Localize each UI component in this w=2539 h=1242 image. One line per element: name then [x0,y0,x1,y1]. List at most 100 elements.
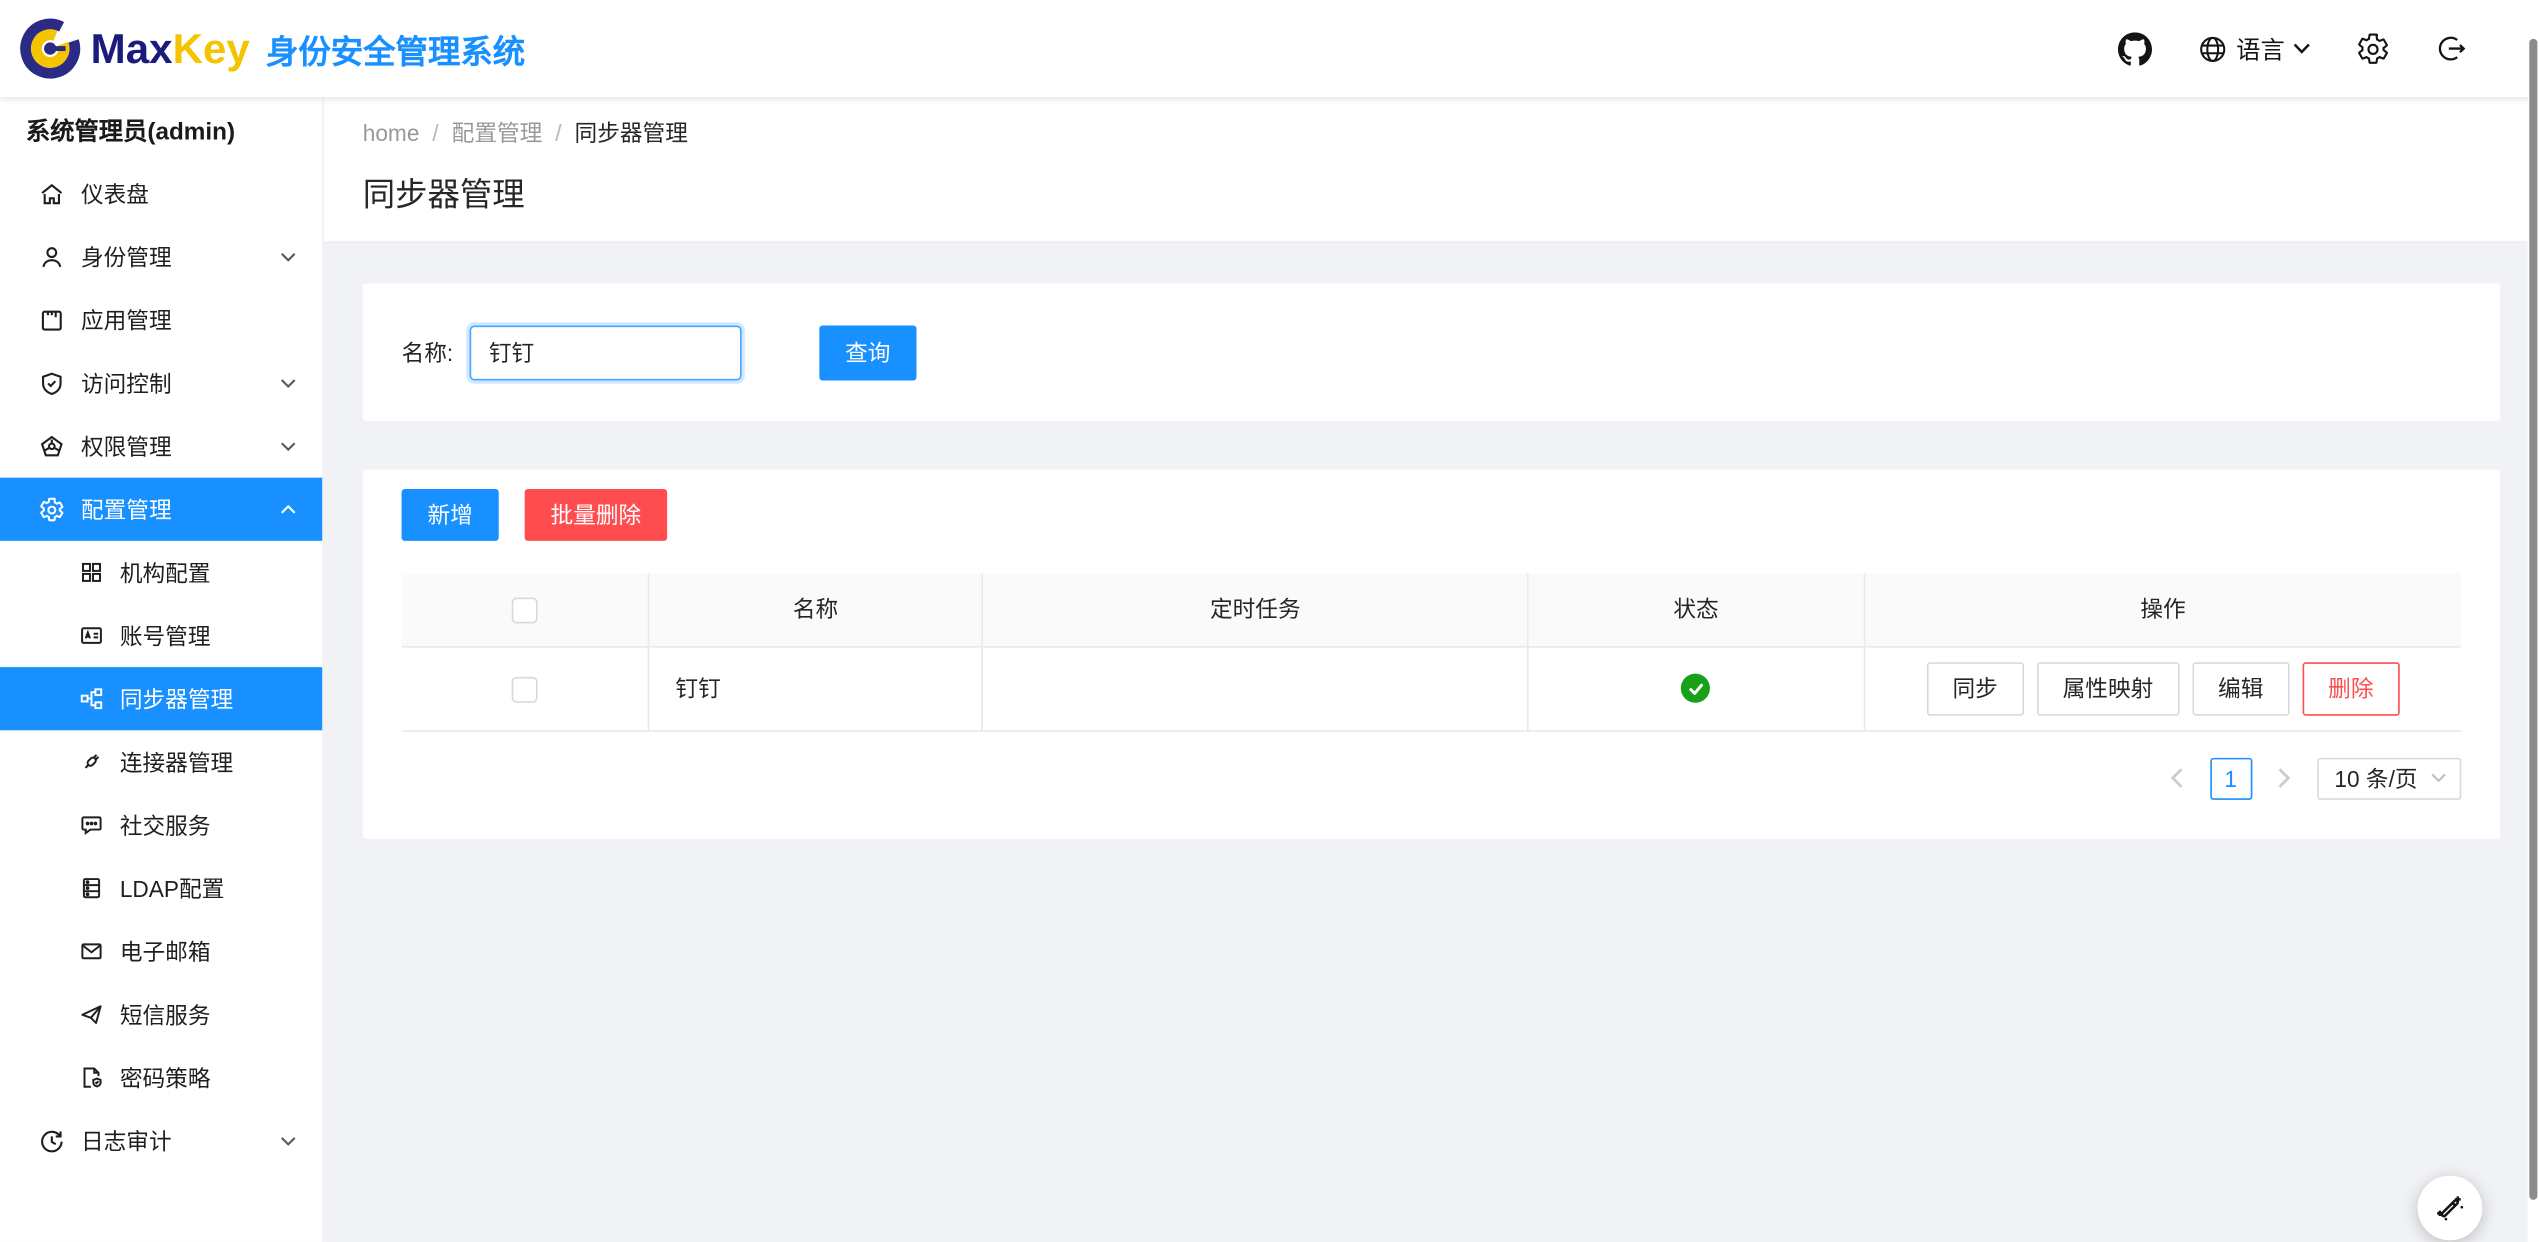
chevron-down-icon [2431,772,2447,783]
github-icon[interactable] [2118,32,2152,66]
sidebar-item-ldap[interactable]: LDAP配置 [0,857,322,920]
batch-delete-button[interactable]: 批量删除 [525,489,667,541]
search-field-label: 名称: [402,336,454,368]
send-icon [78,1002,104,1028]
chevron-down-icon [280,1135,296,1146]
query-button[interactable]: 查询 [819,325,916,380]
row-checkbox[interactable] [512,676,538,702]
check-icon [1687,679,1705,697]
status-badge [1681,674,1710,703]
sidebar-item-config[interactable]: 配置管理 [0,478,322,541]
row-actions: 同步 属性映射 编辑 删除 [1865,661,2462,714]
chevron-left-icon [2170,768,2185,789]
settings-gear-icon[interactable] [2356,32,2390,66]
brand-subtitle: 身份安全管理系统 [266,25,525,72]
chat-icon [78,812,104,838]
theme-wand-button[interactable] [2418,1176,2483,1241]
chevron-down-icon [280,251,296,262]
sidebar-item-audit[interactable]: 日志审计 [0,1109,322,1172]
sidebar: 系统管理员(admin) 仪表盘 身份管理 [0,97,324,1242]
sidebar-item-dashboard[interactable]: 仪表盘 [0,162,322,225]
top-navbar: MaxKey 身份安全管理系统 语言 [0,0,2539,97]
sidebar-menu: 仪表盘 身份管理 应用管理 访 [0,162,322,1172]
language-menu[interactable]: 语言 [2197,32,2310,66]
file-shield-icon [78,1065,104,1091]
user-icon [39,244,65,270]
brand-key: Key [173,23,250,72]
sidebar-item-sms[interactable]: 短信服务 [0,983,322,1046]
sidebar-item-synchronizers[interactable]: 同步器管理 [0,667,322,730]
logout-icon[interactable] [2435,32,2467,64]
app-root: MaxKey 身份安全管理系统 语言 [0,0,2539,1242]
header-actions: 操作 [1864,573,2461,646]
prev-page-button[interactable] [2158,759,2197,798]
chevron-right-icon [2277,768,2292,789]
header-name: 名称 [649,573,983,646]
server-icon [78,875,104,901]
delete-button[interactable]: 删除 [2302,661,2399,714]
grid-icon [78,559,104,585]
sidebar-item-label: 短信服务 [120,998,211,1030]
id-card-icon [78,623,104,649]
home-icon [39,181,65,207]
sidebar-item-label: 日志审计 [81,1125,172,1157]
sidebar-item-org-config[interactable]: 机构配置 [0,541,322,604]
next-page-button[interactable] [2265,759,2304,798]
sidebar-item-identity[interactable]: 身份管理 [0,225,322,288]
sidebar-item-label: 连接器管理 [120,746,233,778]
page-size-select[interactable]: 10 条/页 [2317,757,2462,799]
sidebar-item-accounts[interactable]: 账号管理 [0,604,322,667]
sidebar-item-password-policy[interactable]: 密码策略 [0,1046,322,1109]
breadcrumb-current: 同步器管理 [575,117,688,149]
sidebar-item-label: 社交服务 [120,809,211,841]
chevron-down-icon [280,440,296,451]
breadcrumb: home / 配置管理 / 同步器管理 [363,117,2500,149]
table-header-row: 名称 定时任务 状态 操作 [402,573,2462,646]
chevron-up-icon [280,504,296,515]
breadcrumb-home[interactable]: home [363,120,420,146]
breadcrumb-separator: / [555,120,561,146]
brand-max: Max [91,23,173,72]
attribute-mapping-button[interactable]: 属性映射 [2037,661,2179,714]
sidebar-item-email[interactable]: 电子邮箱 [0,920,322,983]
sidebar-item-label: 权限管理 [81,430,172,462]
sidebar-item-permissions[interactable]: 权限管理 [0,415,322,478]
sidebar-item-applications[interactable]: 应用管理 [0,288,322,351]
sidebar-item-label: 配置管理 [81,493,172,525]
header-cron: 定时任务 [982,573,1528,646]
synchronizer-table: 名称 定时任务 状态 操作 钉钉 [402,573,2462,731]
globe-icon [2197,33,2228,64]
select-all-checkbox[interactable] [512,597,538,623]
pagination: 1 10 条/页 [402,757,2462,799]
edit-button[interactable]: 编辑 [2192,661,2289,714]
brand-logo-link[interactable]: MaxKey 身份安全管理系统 [0,18,525,80]
sidebar-item-social[interactable]: 社交服务 [0,793,322,856]
sidebar-item-label: 仪表盘 [81,177,149,209]
gear-icon [39,496,65,522]
table-toolbar: 新增 批量删除 [402,489,2462,541]
maxkey-logo-icon [19,18,81,80]
sidebar-item-label: 同步器管理 [120,683,233,715]
pentagon-icon [39,433,65,459]
scrollbar-thumb[interactable] [2529,39,2537,1200]
sidebar-item-label: 访问控制 [81,367,172,399]
add-button[interactable]: 新增 [402,489,499,541]
cluster-icon [78,686,104,712]
name-search-input[interactable] [469,325,741,380]
sidebar-item-access-control[interactable]: 访问控制 [0,351,322,414]
search-panel: 名称: 查询 [363,283,2500,421]
sidebar-item-label: 账号管理 [120,619,211,651]
sync-button[interactable]: 同步 [1927,661,2024,714]
row-select-cell [402,646,649,730]
sidebar-item-label: 电子邮箱 [120,935,211,967]
magic-wand-icon [2432,1190,2468,1226]
row-actions-cell: 同步 属性映射 编辑 删除 [1864,646,2461,730]
table-panel: 新增 批量删除 名称 定时任务 [363,470,2500,838]
page-header: home / 配置管理 / 同步器管理 同步器管理 [324,97,2539,243]
breadcrumb-config[interactable]: 配置管理 [452,117,543,149]
row-cron-cell [982,646,1528,730]
sidebar-item-connectors[interactable]: 连接器管理 [0,730,322,793]
page-body: 名称: 查询 新增 批量删除 [324,243,2539,838]
plug-icon [78,749,104,775]
page-number[interactable]: 1 [2210,757,2252,799]
